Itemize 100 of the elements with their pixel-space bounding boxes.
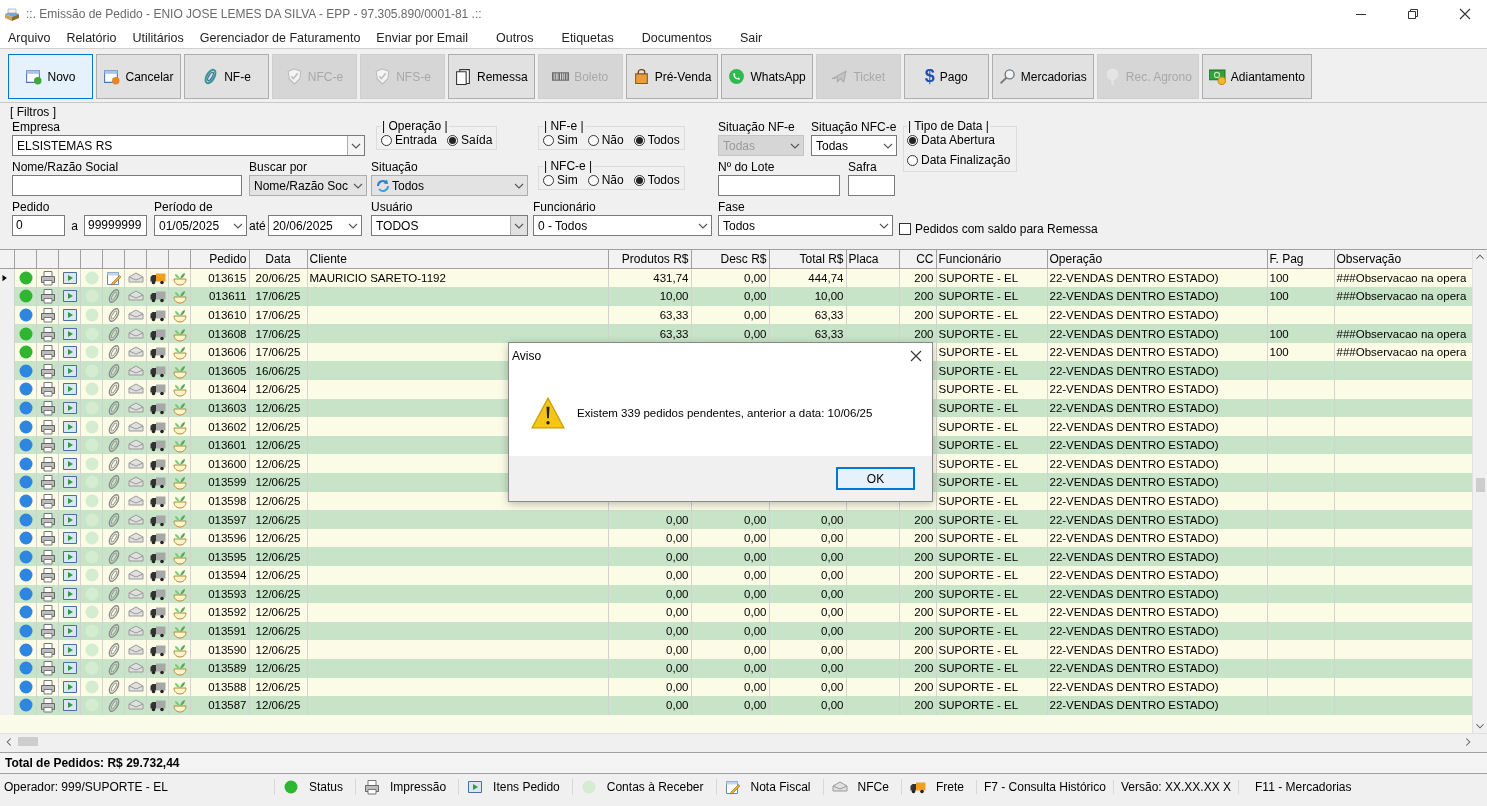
date-from-picker[interactable]: 01/05/2025 (154, 215, 247, 236)
menu-item[interactable]: Arquivo (8, 31, 51, 45)
plant-icon[interactable] (171, 530, 188, 547)
company-dropdown[interactable]: ELSISTEMAS RS (12, 135, 365, 156)
order-from-field[interactable]: 0 (12, 215, 65, 236)
employee-dropdown[interactable]: 0 - Todos (533, 215, 712, 236)
menu-item[interactable]: Relatório (66, 31, 117, 45)
scroll-thumb[interactable] (1475, 478, 1485, 492)
nfce-status-dropdown[interactable]: Todas (811, 135, 897, 156)
tray-icon[interactable] (127, 307, 144, 323)
toolbar-button[interactable]: $ Pago (903, 54, 989, 99)
printer-icon[interactable] (39, 455, 56, 472)
column-header[interactable]: CC (899, 250, 936, 269)
plant-icon[interactable] (171, 697, 188, 714)
radio-option[interactable]: Não (587, 173, 624, 187)
printer-icon[interactable] (39, 474, 56, 491)
radio-option[interactable]: Entrada (381, 133, 438, 147)
printer-icon[interactable] (39, 567, 56, 584)
search-by-dropdown[interactable]: Nome/Razão Soc (249, 175, 367, 196)
column-header[interactable]: Desc R$ (691, 250, 769, 269)
radio-option[interactable]: Data Finalização (907, 153, 1011, 167)
column-header[interactable]: Observação (1334, 250, 1472, 269)
printer-icon[interactable] (39, 418, 56, 435)
radio-option[interactable]: Sim (543, 133, 578, 147)
printer-icon[interactable] (39, 697, 56, 714)
column-header[interactable]: Operação (1047, 250, 1267, 269)
printer-icon[interactable] (39, 325, 56, 342)
plant-icon[interactable] (171, 623, 188, 640)
plant-icon[interactable] (171, 270, 188, 287)
toolbar-button[interactable]: Cancelar (96, 54, 181, 99)
toolbar-button[interactable]: Mercadorias (991, 54, 1094, 99)
harvest-input-field[interactable] (848, 175, 895, 196)
vertical-scrollbar[interactable] (1472, 250, 1487, 733)
column-header[interactable]: Funcionário (936, 250, 1047, 269)
printer-icon[interactable] (39, 604, 56, 621)
close-icon[interactable] (908, 348, 924, 364)
batch-input-field[interactable] (718, 175, 840, 196)
printer-icon[interactable] (39, 660, 56, 677)
menu-item[interactable]: Gerenciador de Faturamento (199, 31, 361, 45)
horizontal-scrollbar[interactable] (0, 733, 1487, 749)
toolbar-button[interactable]: NF-e (184, 54, 269, 99)
printer-icon[interactable] (39, 678, 56, 695)
column-header[interactable]: Data (249, 250, 307, 269)
plant-icon[interactable] (171, 288, 188, 305)
date-to-picker[interactable]: 20/06/2025 (267, 215, 362, 236)
phase-dropdown[interactable]: Todos (718, 215, 893, 236)
column-header[interactable]: F. Pag (1267, 250, 1334, 269)
plant-icon[interactable] (171, 307, 188, 323)
radio-option[interactable]: Todos (633, 133, 680, 147)
order-to-field[interactable]: 99999999 (84, 215, 147, 236)
toolbar-button[interactable]: WhatsApp (721, 54, 813, 99)
menu-item[interactable]: Sair (739, 31, 763, 45)
menu-item[interactable]: Outros (496, 31, 534, 45)
printer-icon[interactable] (39, 307, 56, 323)
column-header[interactable]: Produtos R$ (608, 250, 691, 269)
radio-option[interactable]: Sim (543, 173, 578, 187)
document-pencil-icon[interactable] (105, 270, 122, 287)
printer-icon[interactable] (39, 344, 56, 361)
toolbar-button[interactable]: Remessa (448, 54, 535, 99)
toolbar-button[interactable]: Pré-Venda (625, 54, 719, 99)
toolbar-button[interactable]: Adiantamento (1201, 54, 1312, 99)
plant-icon[interactable] (171, 604, 188, 621)
printer-icon[interactable] (39, 288, 56, 305)
radio-option[interactable]: Saída (447, 133, 493, 147)
restore-icon[interactable] (1405, 6, 1421, 22)
printer-icon[interactable] (39, 399, 56, 416)
radio-option[interactable]: Data Abertura (907, 133, 1011, 147)
printer-icon[interactable] (39, 381, 56, 398)
printer-icon[interactable] (39, 623, 56, 640)
printer-icon[interactable] (39, 548, 56, 565)
column-header[interactable]: Placa (846, 250, 899, 269)
user-dropdown[interactable]: TODOS (371, 215, 528, 236)
close-icon[interactable] (1457, 6, 1473, 22)
plant-icon[interactable] (171, 437, 188, 454)
plant-icon[interactable] (171, 381, 188, 398)
printer-icon[interactable] (39, 437, 56, 454)
column-header[interactable]: Cliente (307, 250, 608, 269)
printer-icon[interactable] (39, 270, 56, 287)
printer-icon[interactable] (39, 362, 56, 379)
ok-button[interactable]: OK (836, 467, 915, 490)
checkbox-option[interactable]: Pedidos com saldo para Remessa (899, 222, 1098, 236)
plant-icon[interactable] (171, 567, 188, 584)
printer-icon[interactable] (39, 585, 56, 602)
name-input-field[interactable] (12, 175, 242, 196)
plant-icon[interactable] (171, 344, 188, 361)
toolbar-button[interactable]: Novo (8, 54, 93, 99)
printer-icon[interactable] (39, 492, 56, 509)
radio-option[interactable]: Todos (633, 173, 680, 187)
scroll-thumb[interactable] (18, 737, 38, 746)
printer-icon[interactable] (39, 511, 56, 528)
printer-icon[interactable] (39, 530, 56, 547)
status-dropdown[interactable]: Todos (371, 175, 528, 196)
menu-item[interactable]: Documentos (641, 31, 712, 45)
plant-icon[interactable] (171, 660, 188, 677)
menu-item[interactable]: Etiquetas (561, 31, 614, 45)
column-header[interactable]: Total R$ (769, 250, 846, 269)
radio-option[interactable]: Não (587, 133, 624, 147)
column-header[interactable]: Pedido (190, 250, 249, 269)
menu-item[interactable]: Enviar por Email (376, 31, 469, 45)
plant-icon[interactable] (171, 474, 188, 491)
